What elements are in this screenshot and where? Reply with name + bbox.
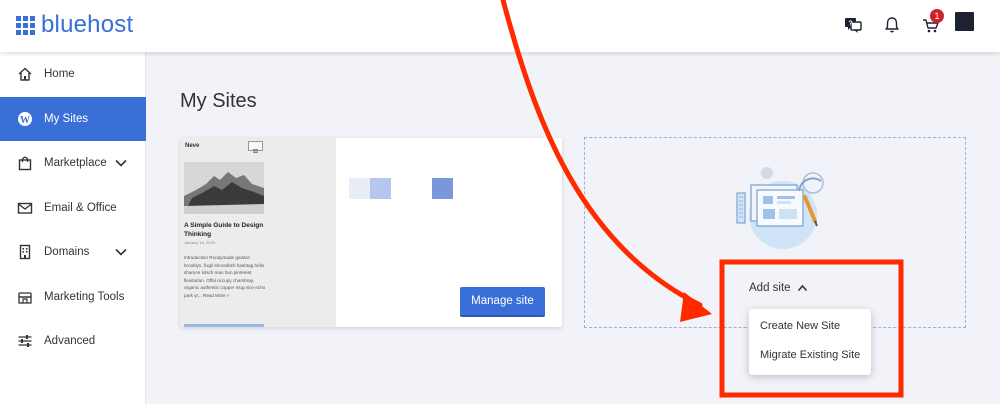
megaphone-icon <box>18 292 32 304</box>
sidebar-item-label: Advanced <box>44 335 96 347</box>
chevron-down-icon[interactable] <box>114 156 128 170</box>
preview-site-brand: Neve <box>185 143 200 149</box>
sidebar-item-advanced[interactable]: Advanced <box>0 319 146 363</box>
building-icon <box>19 244 31 260</box>
chevron-down-icon[interactable] <box>114 245 128 259</box>
logo-grid-icon <box>16 15 35 35</box>
sidebar-item-label: Marketplace <box>44 157 107 169</box>
sidebar-item-home[interactable]: Home <box>0 52 146 96</box>
loading-block <box>370 178 391 199</box>
site-card: Neve A Simple Guide to Design Thinking J… <box>180 138 562 327</box>
top-header: bluehost ? 1 <box>0 0 1000 52</box>
sidebar-item-domains[interactable]: Domains <box>0 230 146 274</box>
sidebar-item-label: My Sites <box>44 113 89 125</box>
sliders-icon <box>18 335 32 347</box>
logo-text: bluehost <box>41 11 134 38</box>
wordpress-icon: W <box>18 112 32 126</box>
add-site-dropdown: Create New Site Migrate Existing Site <box>749 309 871 375</box>
svg-text:W: W <box>20 115 30 126</box>
sidebar-item-label: Email & Office <box>44 202 117 214</box>
sidebar-item-my-sites[interactable]: W My Sites <box>0 97 146 141</box>
add-site-toggle[interactable]: Add site <box>749 282 808 294</box>
sidebar-item-email-office[interactable]: Email & Office <box>0 186 146 230</box>
home-icon <box>18 67 32 81</box>
preview-post-title: A Simple Guide to Design Thinking <box>184 222 264 238</box>
envelope-icon <box>17 202 33 214</box>
sidebar-item-marketplace[interactable]: Marketplace <box>0 141 146 185</box>
add-site-panel: Add site <box>584 137 966 328</box>
manage-site-button[interactable]: Manage site <box>460 287 545 317</box>
preview-button-strip <box>184 324 264 327</box>
chevron-up-icon <box>797 284 807 292</box>
website-design-illustration <box>736 167 824 249</box>
page-title: My Sites <box>180 90 257 112</box>
site-preview-thumbnail[interactable]: Neve A Simple Guide to Design Thinking J… <box>180 138 336 327</box>
loading-block <box>349 178 370 199</box>
sidebar-item-marketing-tools[interactable]: Marketing Tools <box>0 275 146 319</box>
user-avatar[interactable] <box>955 12 974 31</box>
sidebar-item-label: Marketing Tools <box>44 291 125 303</box>
add-site-label: Add site <box>749 282 791 294</box>
shopping-bag-icon <box>18 156 32 171</box>
preview-post-date: January 15, 2020 <box>184 240 215 245</box>
help-chat-icon[interactable]: ? <box>842 14 864 36</box>
bluehost-logo[interactable]: bluehost <box>16 13 133 37</box>
sidebar-item-label: Home <box>44 68 75 80</box>
preview-post-excerpt: Introduction Roodymade godard brooklyn, … <box>184 255 266 298</box>
loading-block <box>432 178 453 199</box>
cart-count-badge: 1 <box>930 9 944 23</box>
bell-icon[interactable] <box>881 14 903 36</box>
preview-menu-icon <box>248 141 263 153</box>
sidebar-item-label: Domains <box>44 246 90 258</box>
preview-mountain-image <box>184 162 264 214</box>
sidebar: Home W My Sites Marketplace Email & Offi… <box>0 52 146 404</box>
svg-text:?: ? <box>848 21 852 28</box>
migrate-existing-site-option[interactable]: Migrate Existing Site <box>749 340 871 370</box>
create-new-site-option[interactable]: Create New Site <box>749 311 871 341</box>
